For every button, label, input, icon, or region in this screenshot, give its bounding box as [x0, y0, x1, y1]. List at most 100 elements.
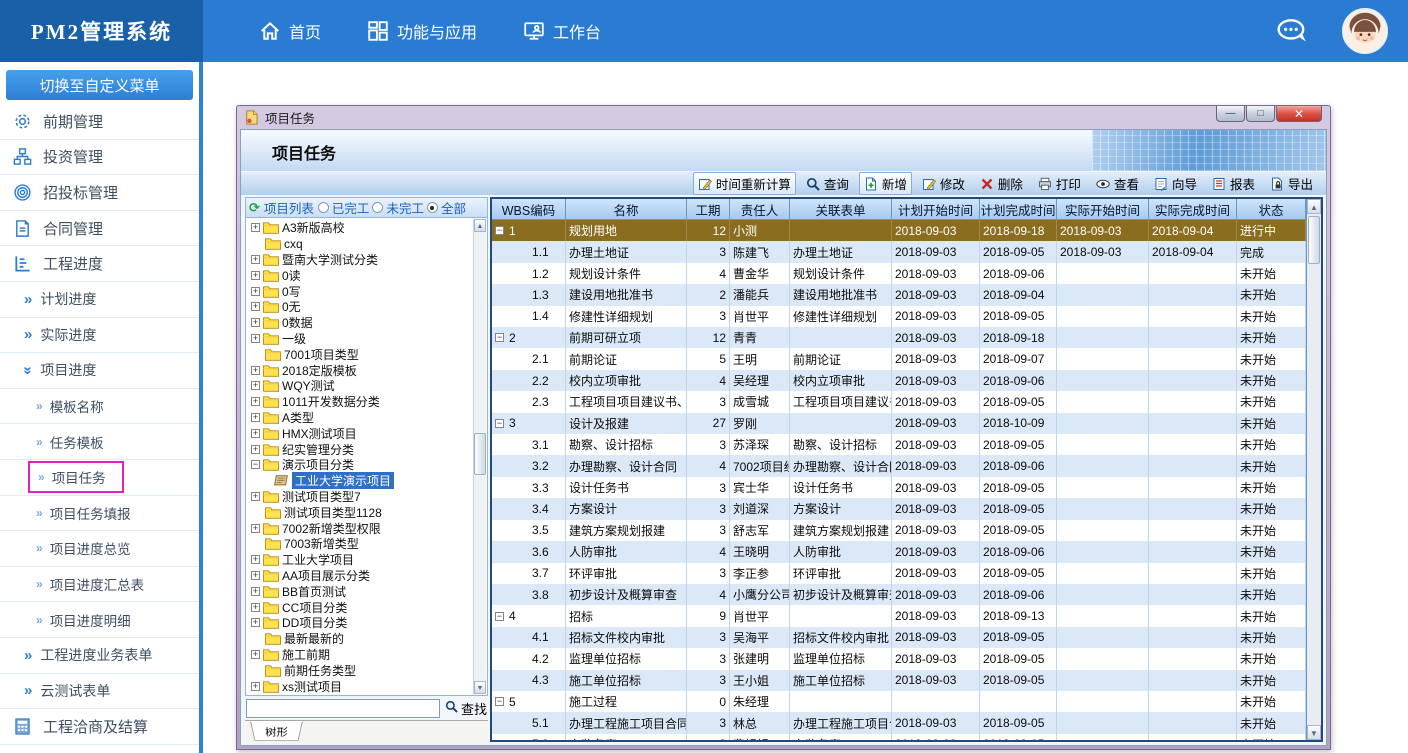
expand-icon[interactable]: + [251, 381, 260, 390]
nav-item-workbench[interactable]: 工作台 [523, 19, 601, 43]
toolbar-button[interactable]: 新增 [859, 172, 912, 195]
expand-icon[interactable]: + [251, 650, 260, 659]
switch-menu-button[interactable]: 切换至自定义菜单 [6, 70, 193, 100]
table-row[interactable]: −3设计及报建27罗刚2018-09-032018-10-09未开始 [492, 413, 1306, 434]
sidebar-item[interactable]: »实际进度 [0, 318, 199, 354]
nav-item-apps[interactable]: 功能与应用 [367, 19, 477, 43]
tree-item[interactable]: +A类型 [251, 410, 471, 426]
table-row[interactable]: 4.3施工单位招标3王小姐施工单位招标2018-09-032018-09-05未… [492, 670, 1306, 691]
sidebar-item[interactable]: 招投标管理 [0, 175, 199, 211]
toolbar-button[interactable]: 向导 [1149, 172, 1202, 195]
minimize-button[interactable]: — [1216, 106, 1245, 122]
close-button[interactable]: ✕ [1276, 106, 1322, 122]
tree-item[interactable]: −演示项目分类 [251, 457, 471, 473]
radio-selected[interactable] [427, 202, 438, 213]
toolbar-button[interactable]: 查看 [1091, 172, 1144, 195]
tree-item[interactable]: cxq [251, 236, 471, 252]
collapse-icon[interactable]: − [495, 612, 504, 621]
table-row[interactable]: 3.7环评审批3李正参环评审批2018-09-032018-09-05未开始 [492, 563, 1306, 584]
grid-scroll-thumb[interactable] [1308, 216, 1320, 264]
tree-item[interactable]: +0数据 [251, 315, 471, 331]
tree-item[interactable]: 测试项目类型1128 [251, 504, 471, 520]
radio-option[interactable] [318, 202, 329, 213]
tree-item[interactable]: +1011开发数据分类 [251, 394, 471, 410]
table-row[interactable]: 4.2监理单位招标3张建明监理单位招标2018-09-032018-09-05未… [492, 648, 1306, 669]
find-button[interactable]: 查找 [445, 699, 487, 718]
table-row[interactable]: 2.2校内立项审批4吴经理校内立项审批2018-09-032018-09-06未… [492, 370, 1306, 391]
column-header[interactable]: 计划完成时间 [980, 199, 1057, 220]
column-header[interactable]: 工期 [687, 199, 730, 220]
sidebar-item[interactable]: »项目任务填报 [0, 496, 199, 532]
collapse-icon[interactable]: − [495, 333, 504, 342]
table-row[interactable]: 3.5建筑方案规划报建3舒志军建筑方案规划报建2018-09-032018-09… [492, 520, 1306, 541]
user-avatar[interactable] [1342, 8, 1388, 54]
tree-item[interactable]: +HMX测试项目 [251, 425, 471, 441]
table-row[interactable]: 1.3建设用地批准书2潘能兵建设用地批准书2018-09-032018-09-0… [492, 284, 1306, 305]
sidebar-item[interactable]: »项目进度明细 [0, 602, 199, 638]
expand-icon[interactable]: + [251, 413, 260, 422]
expand-icon[interactable]: + [251, 587, 260, 596]
collapse-icon[interactable]: − [495, 419, 504, 428]
expand-icon[interactable]: + [251, 555, 260, 564]
expand-icon[interactable]: + [251, 618, 260, 627]
expand-icon[interactable]: + [251, 223, 260, 232]
tree-item[interactable]: +0读 [251, 267, 471, 283]
tree-item[interactable]: +xs测试项目 [251, 678, 471, 694]
table-row[interactable]: 3.6人防审批4王晓明人防审批2018-09-032018-09-06未开始 [492, 541, 1306, 562]
tree-item[interactable]: 工业大学演示项目 [273, 473, 471, 489]
sidebar-item[interactable]: »任务模板 [0, 424, 199, 460]
expand-icon[interactable]: + [251, 524, 260, 533]
expand-icon[interactable]: + [251, 429, 260, 438]
tree-item[interactable]: +DD项目分类 [251, 615, 471, 631]
toolbar-button[interactable]: 修改 [917, 172, 970, 195]
sidebar-item[interactable]: 工程洽商及结算 [0, 709, 199, 745]
maximize-button[interactable]: □ [1246, 106, 1275, 122]
tree-item[interactable]: +纪实管理分类 [251, 441, 471, 457]
tab-tree-view[interactable]: 树形 [250, 721, 303, 741]
tree-item[interactable]: +测试项目类型7 [251, 489, 471, 505]
table-row[interactable]: 1.1办理土地证3陈建飞办理土地证2018-09-032018-09-05201… [492, 241, 1306, 262]
scroll-down-icon[interactable]: ▼ [1307, 725, 1321, 740]
tree-item[interactable]: +A3新版高校 [251, 220, 471, 236]
table-row[interactable]: −5施工过程0朱经理未开始 [492, 691, 1306, 712]
tree-item[interactable]: +7002新增类型权限 [251, 520, 471, 536]
table-row[interactable]: −4招标9肖世平2018-09-032018-09-13未开始 [492, 605, 1306, 626]
sidebar-item[interactable]: 前期管理 [0, 104, 199, 140]
collapse-icon[interactable]: − [251, 460, 260, 469]
tree-item[interactable]: 最新最新的 [251, 631, 471, 647]
column-header[interactable]: 实际完成时间 [1149, 199, 1237, 220]
sidebar-item[interactable]: »云测试表单 [0, 674, 199, 710]
toolbar-button[interactable]: 查询 [801, 172, 854, 195]
messages-icon[interactable] [1276, 18, 1308, 44]
sidebar-item[interactable]: »项目进度 [0, 353, 199, 389]
expand-icon[interactable]: + [251, 397, 260, 406]
tree-scrollbar[interactable]: ▲ ▼ [473, 219, 486, 694]
table-row[interactable]: −1规划用地12小测2018-09-032018-09-182018-09-03… [492, 220, 1306, 241]
table-row[interactable]: 2.3工程项目项目建议书、3成雪城工程项目项目建议书、2018-09-03201… [492, 391, 1306, 412]
expand-icon[interactable]: + [251, 366, 260, 375]
toolbar-button[interactable]: 删除 [975, 172, 1028, 195]
expand-icon[interactable]: + [251, 302, 260, 311]
tree-item[interactable]: +施工前期 [251, 647, 471, 663]
expand-icon[interactable]: + [251, 571, 260, 580]
column-header[interactable]: 状态 [1237, 199, 1306, 220]
expand-icon[interactable]: + [251, 682, 260, 691]
tree-item[interactable]: +0无 [251, 299, 471, 315]
table-row[interactable]: 3.1勘察、设计招标3苏泽琛勘察、设计招标2018-09-032018-09-0… [492, 434, 1306, 455]
expand-icon[interactable]: + [251, 318, 260, 327]
tree-item[interactable]: +0写 [251, 283, 471, 299]
radio-label[interactable]: 未完工 [386, 198, 424, 217]
column-header[interactable]: 名称 [566, 199, 687, 220]
expand-icon[interactable]: + [251, 334, 260, 343]
column-header[interactable]: 实际开始时间 [1057, 199, 1149, 220]
scroll-up-icon[interactable]: ▲ [1307, 199, 1321, 214]
scroll-down-icon[interactable]: ▼ [474, 681, 486, 694]
tree-item[interactable]: +暨南大学测试分类 [251, 252, 471, 268]
tree-item[interactable]: +WQY测试 [251, 378, 471, 394]
column-header[interactable]: 关联表单 [790, 199, 892, 220]
toolbar-button[interactable]: 报表 [1207, 172, 1260, 195]
collapse-icon[interactable]: − [495, 697, 504, 706]
sidebar-item[interactable]: 工程进度 [0, 246, 199, 282]
table-row[interactable]: 3.4方案设计3刘道深方案设计2018-09-032018-09-05未开始 [492, 498, 1306, 519]
tree-item[interactable]: +2018定版模板 [251, 362, 471, 378]
